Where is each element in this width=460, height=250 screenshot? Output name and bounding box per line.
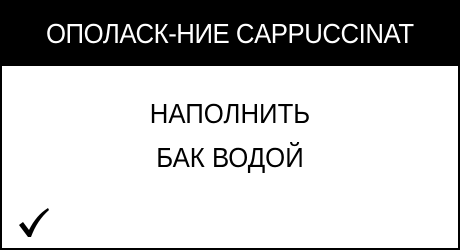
checkmark-icon (19, 208, 49, 237)
instruction-line-2: БАК ВОДОЙ (156, 142, 304, 173)
confirm-button[interactable] (16, 206, 50, 240)
title-bar: ОПОЛАСК-НИЕ CAPPUCCINAT (2, 2, 458, 66)
screen-title: ОПОЛАСК-НИЕ CAPPUCCINAT (46, 18, 414, 49)
display-screen: ОПОЛАСК-НИЕ CAPPUCCINAT НАПОЛНИТЬ БАК ВО… (0, 0, 460, 250)
instruction-message: НАПОЛНИТЬ БАК ВОДОЙ (2, 92, 458, 180)
instruction-line-1: НАПОЛНИТЬ (149, 98, 311, 129)
